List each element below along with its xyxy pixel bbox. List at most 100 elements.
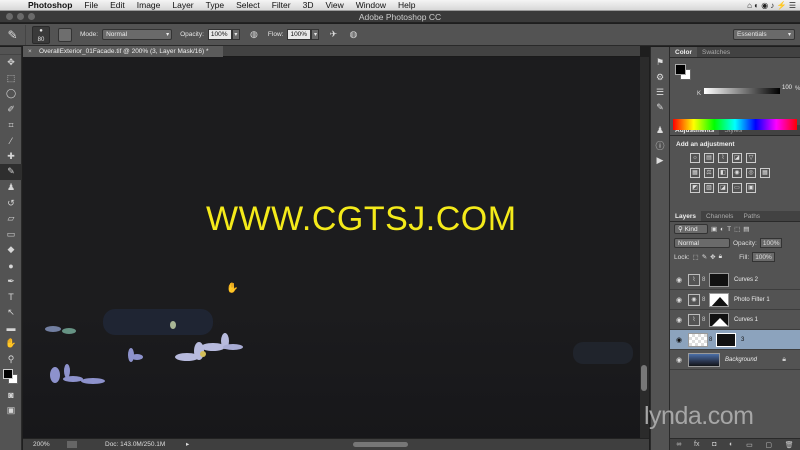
filter-type-icon[interactable]: T xyxy=(727,226,731,233)
lock-transparent-icon[interactable]: ⬚ xyxy=(693,253,699,261)
fill-field[interactable]: 100% xyxy=(752,252,775,262)
actions-panel-icon[interactable]: ▶ xyxy=(651,153,669,168)
brush-panel-icon[interactable]: ☰ xyxy=(651,85,669,100)
healing-brush-tool-icon[interactable]: ✚ xyxy=(0,149,22,165)
vibrance-icon[interactable]: ▽ xyxy=(746,153,756,163)
close-tab-icon[interactable]: × xyxy=(28,46,32,57)
screen-mode-icon[interactable]: ▣ xyxy=(0,402,22,418)
link-chain-icon[interactable]: 8 xyxy=(702,317,708,323)
layer-name[interactable]: Curves 1 xyxy=(734,317,758,323)
layer-row-selected[interactable]: ◉ 8 3 xyxy=(670,330,800,350)
gradient-map-icon[interactable]: ▭ xyxy=(732,183,742,193)
menu-select[interactable]: Select xyxy=(230,0,266,11)
history-brush-tool-icon[interactable]: ↺ xyxy=(0,195,22,211)
filter-smart-object-icon[interactable]: ▤ xyxy=(743,225,749,233)
tab-swatches[interactable]: Swatches xyxy=(697,47,735,57)
opacity-dropdown[interactable]: ▾ xyxy=(231,29,240,40)
lock-image-icon[interactable]: ✎ xyxy=(702,253,707,261)
layer-row[interactable]: ◉ ⌇ 8 Curves 2 xyxy=(670,270,800,290)
minimize-window-button[interactable] xyxy=(17,13,24,20)
dodge-tool-icon[interactable]: ● xyxy=(0,258,22,274)
delete-layer-icon[interactable]: 🗑︎ xyxy=(785,441,794,449)
brush-presets-panel-icon[interactable]: ✎ xyxy=(651,100,669,115)
link-chain-icon[interactable]: 8 xyxy=(702,297,708,303)
close-window-button[interactable] xyxy=(6,13,13,20)
menu-type[interactable]: Type xyxy=(200,0,230,11)
layer-row[interactable]: ◉ Background 🔒︎ xyxy=(670,350,800,370)
quick-mask-icon[interactable]: ◙ xyxy=(0,387,22,403)
link-chain-icon[interactable]: 8 xyxy=(702,277,708,283)
layer-name[interactable]: Curves 2 xyxy=(734,277,758,283)
workspace-switcher[interactable]: Essentials xyxy=(733,29,795,40)
filter-adjustment-icon[interactable]: ◐ xyxy=(720,226,724,233)
color-balance-icon[interactable]: ⚖ xyxy=(704,168,714,178)
new-group-icon[interactable]: ▭ xyxy=(746,441,753,449)
lock-all-icon[interactable]: 🔒︎ xyxy=(719,253,722,261)
filter-shape-icon[interactable]: ⬚ xyxy=(734,225,740,233)
status-bar-button[interactable] xyxy=(67,441,77,448)
layer-name[interactable]: Photo Filter 1 xyxy=(734,297,770,303)
airbrush-icon[interactable]: ✈ xyxy=(327,29,339,41)
type-tool-icon[interactable]: T xyxy=(0,289,22,305)
layer-mask-thumbnail[interactable] xyxy=(709,272,729,287)
layer-style-icon[interactable]: fx xyxy=(694,441,699,448)
tab-layers[interactable]: Layers xyxy=(670,211,701,221)
menu-help[interactable]: Help xyxy=(392,0,421,11)
visibility-eye-icon[interactable]: ◉ xyxy=(670,316,688,324)
properties-panel-icon[interactable]: ⚙ xyxy=(651,70,669,85)
layer-row[interactable]: ◉ ⌇ 8 Curves 1 xyxy=(670,310,800,330)
quick-selection-tool-icon[interactable]: ✐ xyxy=(0,102,22,118)
move-tool-icon[interactable]: ✥ xyxy=(0,55,22,71)
layer-mask-thumbnail[interactable] xyxy=(709,312,729,327)
add-mask-icon[interactable]: ◘ xyxy=(712,441,716,448)
zoom-tool-icon[interactable]: ⚲ xyxy=(0,351,22,367)
k-slider[interactable] xyxy=(704,88,780,94)
rectangle-tool-icon[interactable]: ▬ xyxy=(0,320,22,336)
brush-tool-preset-icon[interactable]: ✎ xyxy=(0,24,26,45)
lasso-tool-icon[interactable]: ◯ xyxy=(0,86,22,102)
marquee-tool-icon[interactable]: ⬚ xyxy=(0,71,22,87)
clone-source-panel-icon[interactable]: ♟ xyxy=(651,123,669,138)
horizontal-scroll-thumb[interactable] xyxy=(353,442,408,447)
eyedropper-tool-icon[interactable]: ⁄ xyxy=(0,133,22,149)
black-white-icon[interactable]: ◧ xyxy=(718,168,728,178)
layer-opacity-field[interactable]: 100% xyxy=(759,238,783,248)
exposure-icon[interactable]: ◪ xyxy=(732,153,742,163)
vertical-scroll-thumb[interactable] xyxy=(641,365,647,391)
visibility-eye-icon[interactable]: ◉ xyxy=(670,296,688,304)
visibility-eye-icon[interactable]: ◉ xyxy=(670,356,688,364)
blur-tool-icon[interactable]: ◆ xyxy=(0,242,22,258)
blend-mode-select[interactable]: Normal xyxy=(674,238,730,248)
menu-window[interactable]: Window xyxy=(350,0,392,11)
document-canvas[interactable]: WWW.CGTSJ.COM ✋ xyxy=(23,57,640,438)
layer-name[interactable]: 3 xyxy=(741,337,744,343)
history-panel-icon[interactable]: ⚑ xyxy=(651,55,669,70)
link-layers-icon[interactable]: ∞ xyxy=(676,441,681,448)
brightness-contrast-icon[interactable]: ☼ xyxy=(690,153,700,163)
layer-mask-thumbnail[interactable] xyxy=(709,292,729,307)
pen-tool-icon[interactable]: ✒ xyxy=(0,273,22,289)
pressure-size-icon[interactable]: ◍ xyxy=(347,29,359,41)
pressure-opacity-icon[interactable]: ◍ xyxy=(248,29,260,41)
selective-color-icon[interactable]: ▣ xyxy=(746,183,756,193)
hue-saturation-icon[interactable]: ▦ xyxy=(690,168,700,178)
filter-pixel-icon[interactable]: ▣ xyxy=(711,225,717,233)
menu-image[interactable]: Image xyxy=(131,0,167,11)
foreground-color-swatch[interactable] xyxy=(3,368,13,379)
path-selection-tool-icon[interactable]: ↖ xyxy=(0,305,22,321)
layer-filter-select[interactable]: ⚲ Kind xyxy=(674,224,708,234)
visibility-eye-icon[interactable]: ◉ xyxy=(670,336,688,344)
mode-select[interactable]: Normal xyxy=(102,29,173,40)
invert-icon[interactable]: ◩ xyxy=(690,183,700,193)
k-value-field[interactable]: 100 xyxy=(782,85,793,91)
tab-channels[interactable]: Channels xyxy=(701,211,738,221)
color-spectrum[interactable] xyxy=(673,119,797,130)
tab-paths[interactable]: Paths xyxy=(738,211,765,221)
clone-stamp-tool-icon[interactable]: ♟ xyxy=(0,180,22,196)
layer-thumbnail[interactable] xyxy=(688,332,708,347)
color-swatches[interactable] xyxy=(0,367,22,387)
document-tab[interactable]: × OverallExterior_01Facade.tif @ 200% (3… xyxy=(23,46,223,57)
levels-icon[interactable]: ▤ xyxy=(704,153,714,163)
zoom-level[interactable]: 200% xyxy=(33,439,50,450)
menu-app[interactable]: Photoshop xyxy=(22,0,78,11)
